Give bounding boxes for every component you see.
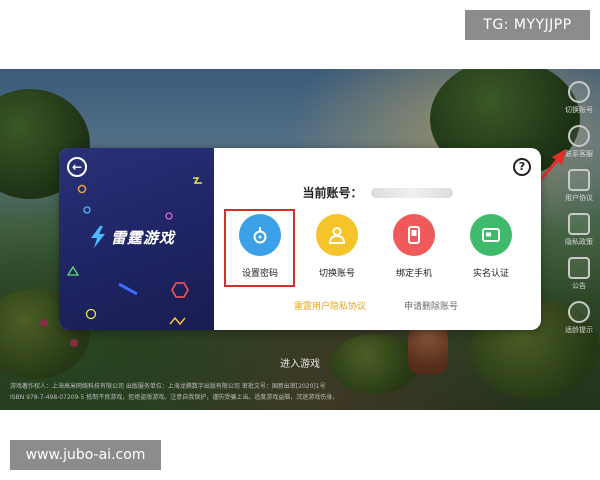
lock-icon: [239, 214, 281, 256]
brand-panel: ← 雷霆游戏: [59, 148, 214, 330]
set-password-button[interactable]: 设置密码: [229, 214, 291, 279]
footer-line: 游戏著作权人：上海高米网络科技有限公司 出版服务单位：上海龙腾数字出版有限公司 …: [10, 383, 326, 390]
user-icon: [316, 214, 358, 256]
bind-phone-button[interactable]: 绑定手机: [383, 214, 445, 279]
decor-hexagon-icon: [171, 282, 189, 298]
privacy-policy-icon: [568, 213, 590, 235]
age-rating-icon: [568, 301, 590, 323]
decor-zigzag-icon: [169, 316, 186, 326]
real-name-verify-label: 实名认证: [472, 269, 509, 279]
bind-phone-label: 绑定手机: [395, 269, 432, 279]
id-card-icon: [470, 214, 512, 256]
account-value-blurred: [370, 187, 453, 198]
rail-label: 适龄提示: [565, 326, 593, 334]
decor-circle-icon: [165, 212, 173, 220]
decor-circle-icon: [85, 308, 97, 320]
rail-label: 公告: [572, 282, 586, 290]
account-panel: ? 当前账号： 设置密码 切换账号 绑定手机 实名认证 雷霆用户隐私协议 申请删…: [214, 148, 541, 330]
decor-circle-icon: [77, 184, 87, 194]
announcement-icon: [568, 257, 590, 279]
current-account: 当前账号：: [214, 184, 541, 201]
rail-announcement[interactable]: 公告: [564, 257, 594, 291]
decor-triangle-icon: [67, 266, 79, 276]
rail-age-rating[interactable]: 适龄提示: [564, 301, 594, 335]
enter-game-button[interactable]: 进入游戏: [0, 355, 600, 370]
brand-name: 雷霆游戏: [111, 228, 176, 247]
phone-icon: [393, 214, 435, 256]
game-screen: 切换账号 联系客服 用户协议 隐私政策 公告 适龄提示 进入游戏 游戏著作权人：…: [0, 69, 600, 410]
brand-logo: 雷霆游戏: [89, 226, 175, 248]
game-legal-footer: 游戏著作权人：上海高米网络科技有限公司 出版服务单位：上海龙腾数字出版有限公司 …: [10, 381, 585, 403]
privacy-agreement-link[interactable]: 雷霆用户隐私协议: [294, 299, 366, 312]
decor-zigzag-icon: [193, 177, 202, 184]
decor-circle-icon: [83, 206, 91, 214]
lightning-icon: [91, 226, 105, 248]
switch-account-label: 切换账号: [318, 269, 355, 279]
watermark-site: www.jubo-ai.com: [10, 440, 161, 470]
switch-account-icon: [568, 81, 590, 103]
account-dialog: ← 雷霆游戏 ? 当前账号： 设置密码 切换账号 绑定手机 实名认证 雷霆用户隐…: [59, 148, 541, 330]
account-label: 当前账号：: [302, 186, 363, 200]
customer-service-icon: [568, 125, 590, 147]
set-password-label: 设置密码: [241, 269, 278, 279]
decor-dash-icon: [118, 282, 138, 296]
user-agreement-icon: [568, 169, 590, 191]
real-name-verify-button[interactable]: 实名认证: [460, 214, 522, 279]
footer-line: ISBN 978-7-498-07209-5 抵制不良游戏，拒绝盗版游戏。注意自…: [10, 394, 339, 401]
delete-account-link[interactable]: 申请删除账号: [404, 299, 458, 312]
rail-label: 隐私政策: [565, 238, 593, 246]
rail-switch-account[interactable]: 切换账号: [564, 81, 594, 115]
back-arrow-icon[interactable]: ←: [67, 157, 87, 177]
switch-account-button[interactable]: 切换账号: [306, 214, 368, 279]
rail-privacy-policy[interactable]: 隐私政策: [564, 213, 594, 247]
question-icon[interactable]: ?: [513, 158, 531, 176]
rail-label: 切换账号: [565, 106, 593, 114]
watermark-telegram: TG: MYYJJPP: [465, 10, 590, 40]
